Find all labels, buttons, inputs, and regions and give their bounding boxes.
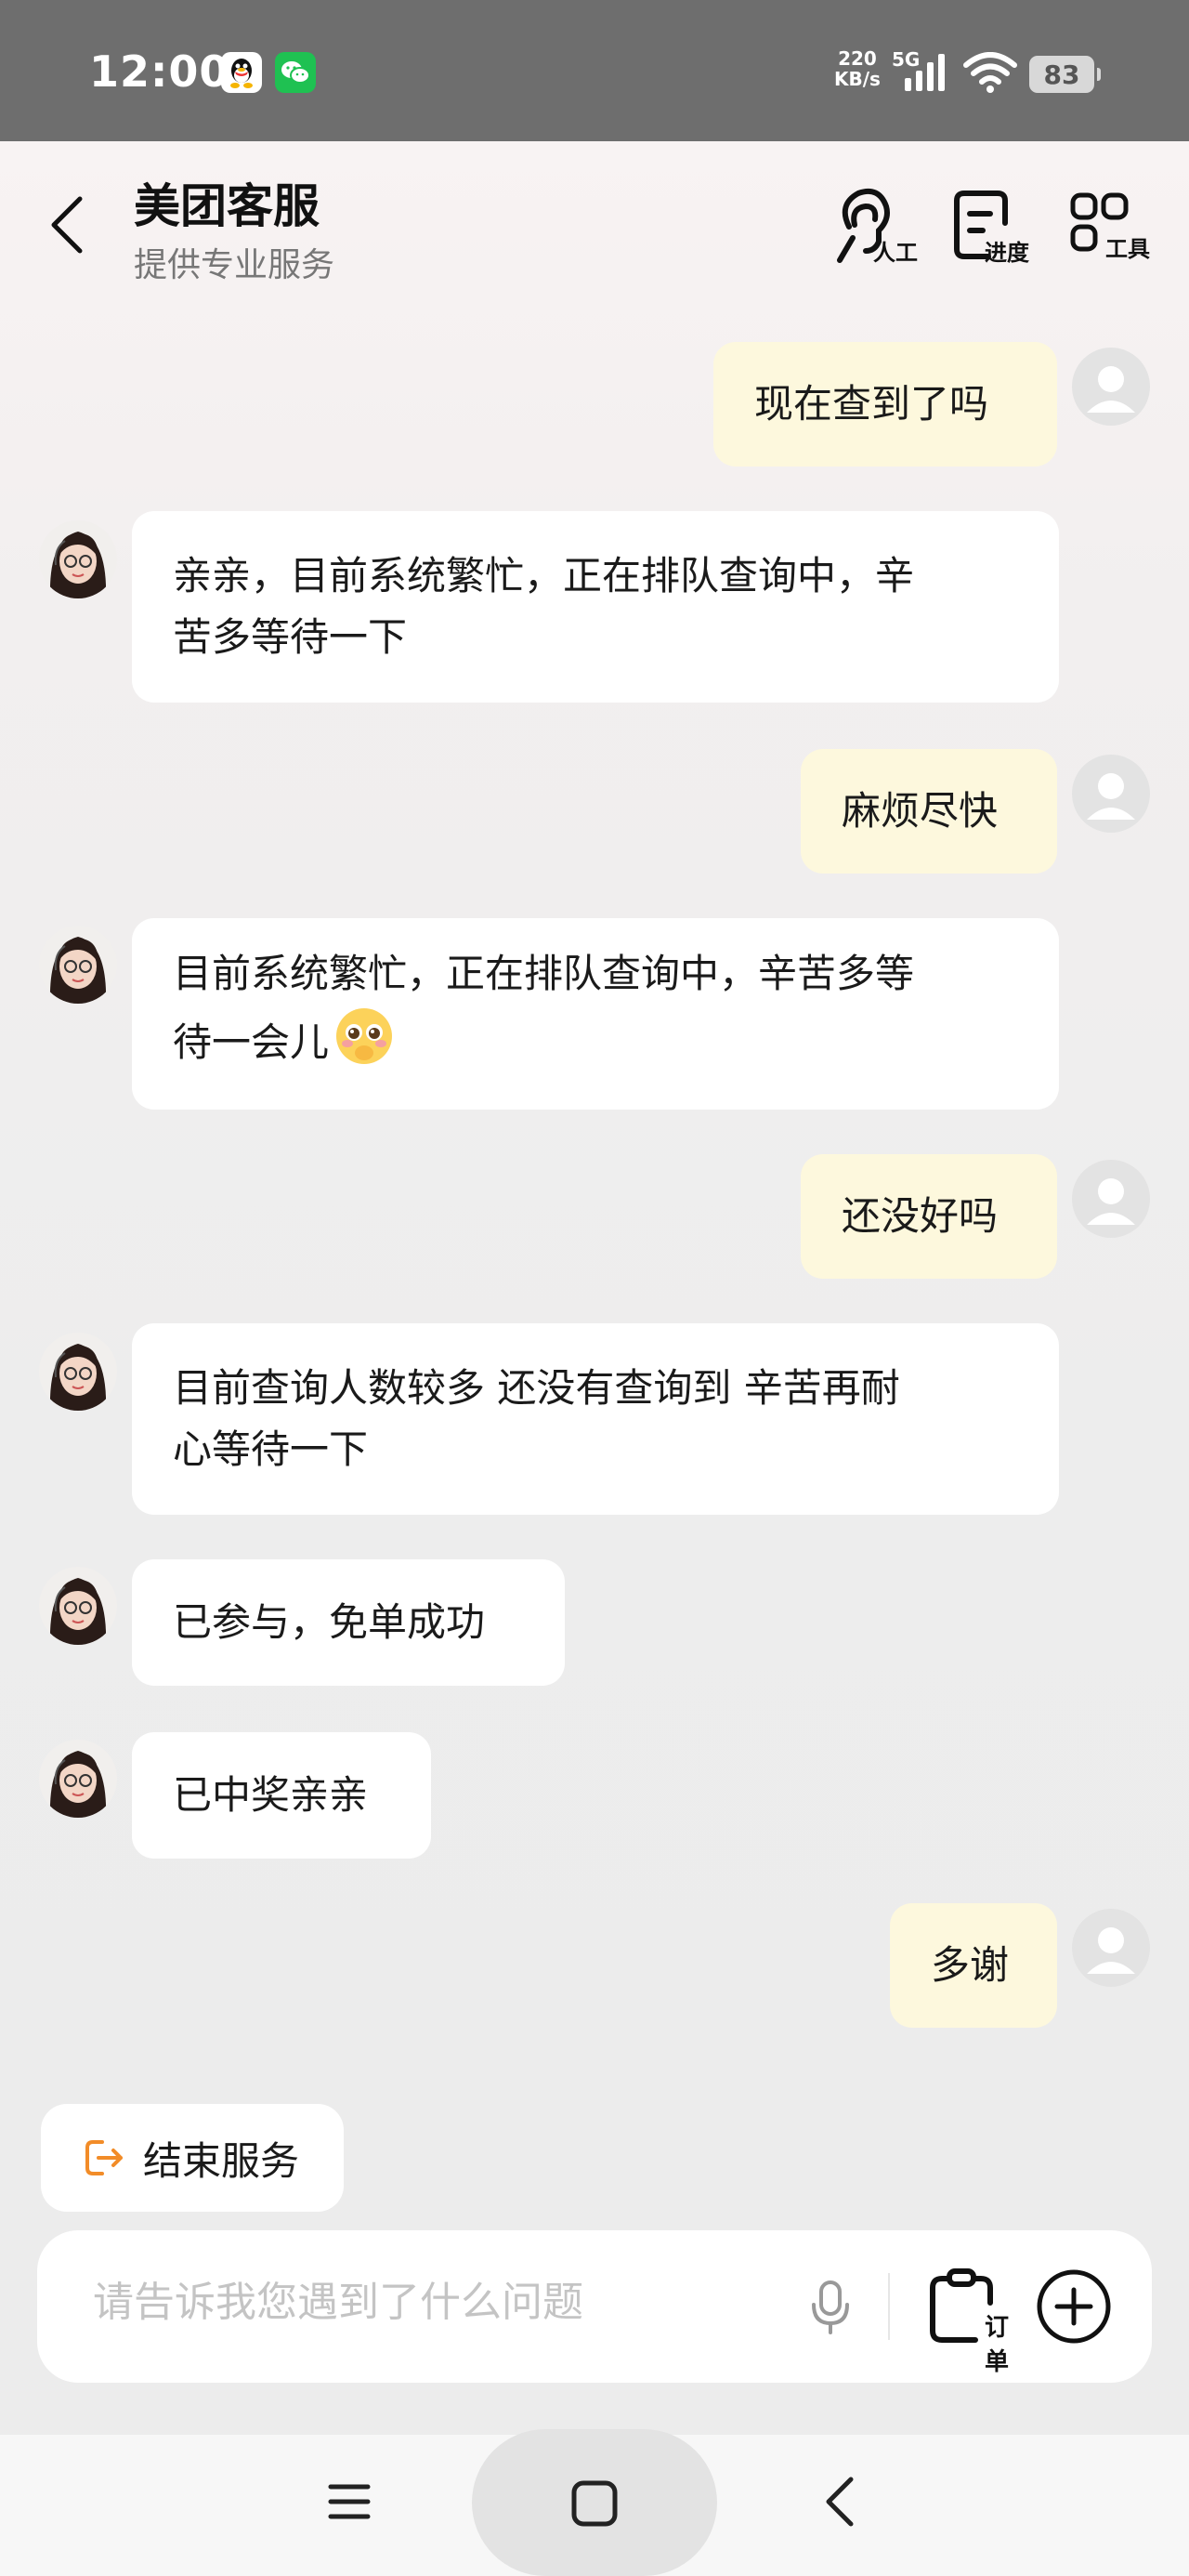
user-avatar[interactable] [1072,1160,1150,1238]
message-bubble-user[interactable]: 还没好吗 [801,1154,1057,1279]
user-avatar[interactable] [1072,348,1150,426]
message-bubble-user[interactable]: 多谢 [890,1903,1057,2028]
agent-avatar[interactable] [39,1740,117,1818]
exit-icon [85,2140,123,2175]
clock: 12:00 [89,46,230,97]
microphone-icon [812,2280,849,2334]
message-bubble-agent[interactable]: 已参与，免单成功 [132,1559,565,1686]
end-service-button[interactable]: 结束服务 [41,2104,344,2212]
message-bubble-user[interactable]: 现在查到了吗 [713,342,1057,467]
home-square-icon [571,2480,618,2527]
message-bubble-agent[interactable]: 目前系统繁忙，正在排队查询中，辛苦多等 待一会儿 [132,918,1059,1110]
message-text: 亲亲，目前系统繁忙，正在排队查询中，辛 苦多等待一下 [173,553,915,660]
voice-input-button[interactable] [804,2279,856,2338]
message-bubble-agent[interactable]: 亲亲，目前系统繁忙，正在排队查询中，辛 苦多等待一下 [132,511,1059,703]
signal-icon: 5G [892,46,955,99]
agent-avatar[interactable] [39,520,117,598]
message-text: 目前系统繁忙，正在排队查询中，辛苦多等 待一会儿 [173,943,914,1085]
progress-button[interactable]: 进度 [951,186,1053,266]
chevron-left-icon [51,196,83,254]
order-label: 订单 [985,2314,1010,2376]
qq-icon [221,52,262,93]
input-bar: 订单 [37,2230,1152,2383]
human-agent-button[interactable]: 人工 [834,186,936,266]
battery-indicator: 83 [1029,56,1101,93]
user-avatar[interactable] [1072,755,1150,833]
menu-icon [328,2484,371,2519]
message-text: 目前查询人数较多 还没有查询到 辛苦再耐 心等待一下 [173,1365,900,1472]
status-bar: 12:00 220 KB/s 5G 83 [0,0,1189,141]
back-button[interactable] [41,188,93,262]
pleading-face-emoji [333,1005,396,1085]
message-text: 现在查到了吗 [754,381,989,427]
agent-avatar[interactable] [39,1333,117,1411]
network-speed: 220 KB/s [834,47,881,90]
message-text: 多谢 [931,1942,1010,1988]
user-avatar[interactable] [1072,1909,1150,1987]
message-bubble-agent[interactable]: 已中奖亲亲 [132,1732,431,1859]
message-text: 麻烦尽快 [842,788,999,834]
human-agent-label: 人工 [873,240,918,266]
nav-menu-button[interactable] [327,2479,372,2528]
tools-label: 工具 [1105,236,1150,262]
end-service-label: 结束服务 [143,2137,300,2184]
message-bubble-agent[interactable]: 目前查询人数较多 还没有查询到 辛苦再耐 心等待一下 [132,1323,1059,1515]
progress-label: 进度 [985,240,1029,266]
nav-home-button[interactable] [570,2479,619,2531]
message-bubble-user[interactable]: 麻烦尽快 [801,749,1057,874]
nav-back-button[interactable] [821,2476,858,2531]
message-input[interactable] [93,2279,799,2326]
page-subtitle: 提供专业服务 [134,246,335,284]
wifi-icon [962,52,1018,97]
wechat-icon [275,52,316,93]
order-button[interactable]: 订单 [927,2267,1029,2376]
plus-circle-icon [1037,2269,1111,2344]
input-divider [888,2273,890,2340]
page-title: 美团客服 [134,179,320,233]
message-text: 已参与，免单成功 [173,1599,486,1645]
back-arrow-icon [826,2477,854,2527]
message-text: 已中奖亲亲 [173,1772,369,1818]
message-text: 还没好吗 [842,1193,999,1239]
agent-avatar[interactable] [39,1567,117,1645]
more-options-button[interactable] [1035,2267,1113,2349]
tools-button[interactable]: 工具 [1068,186,1170,264]
agent-avatar[interactable] [39,926,117,1004]
chat-background [0,141,1189,2435]
